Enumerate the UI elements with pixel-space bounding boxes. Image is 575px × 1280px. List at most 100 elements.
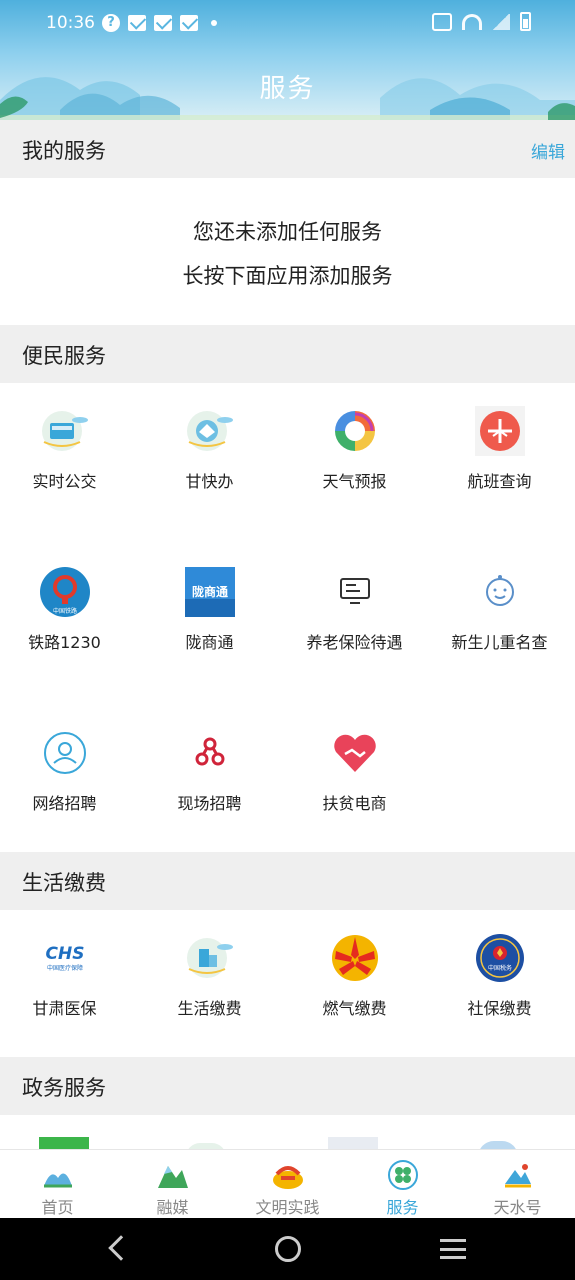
service-label: 陇商通 — [185, 633, 234, 652]
pension-icon — [330, 567, 380, 617]
status-right — [432, 12, 531, 31]
section-title: 生活缴费 — [22, 871, 106, 895]
service-tile-gankuaiban[interactable]: 甘快办 — [138, 406, 281, 492]
service-label: 甘肃医保 — [32, 999, 97, 1018]
medical-insurance-icon: CHS 中国医疗保障 — [40, 933, 90, 983]
svg-text:CHS: CHS — [45, 944, 84, 964]
online-recruit-icon — [40, 728, 90, 778]
edit-button[interactable]: 编辑 — [531, 138, 565, 163]
home-button-icon[interactable] — [275, 1236, 301, 1262]
service-icon — [386, 1160, 420, 1190]
bottom-nav: 首页 融媒 文明实践 服务 天水号 — [0, 1149, 575, 1218]
service-label: 甘快办 — [185, 472, 234, 491]
menu-icon[interactable] — [440, 1239, 466, 1259]
tab-label: 天水号 — [493, 1198, 542, 1217]
tab-label: 融媒 — [156, 1198, 189, 1217]
service-label: 社保缴费 — [467, 999, 532, 1018]
social-security-icon: 中国税务 — [475, 933, 525, 983]
gov-service-icon[interactable] — [478, 1141, 518, 1149]
tab-tianshui[interactable]: 天水号 — [460, 1150, 575, 1218]
service-label: 天气预报 — [322, 472, 387, 491]
gov-service-icon[interactable] — [328, 1137, 378, 1149]
civilization-icon — [271, 1160, 305, 1190]
flight-icon — [474, 406, 525, 456]
weather-icon — [330, 406, 380, 456]
gas-icon — [330, 933, 380, 983]
empty-message: 您还未添加任何服务 — [193, 220, 382, 244]
service-tile-weather[interactable]: 天气预报 — [283, 406, 426, 492]
service-tile-onsite-recruit[interactable]: 现场招聘 — [138, 728, 281, 814]
poverty-ecommerce-icon — [330, 728, 380, 778]
gankuaiban-icon — [185, 406, 235, 456]
section-title: 我的服务 — [22, 139, 106, 163]
service-tile-social-security[interactable]: 中国税务 社保缴费 — [428, 933, 571, 1019]
service-tile-medical-insurance[interactable]: CHS 中国医疗保障 甘肃医保 — [0, 933, 136, 1019]
section-convenience: 便民服务 — [0, 325, 575, 383]
home-icon — [41, 1160, 75, 1190]
battery-icon — [520, 12, 531, 31]
service-tile-bus[interactable]: 实时公交 — [0, 406, 136, 492]
service-label: 新生儿重名查 — [451, 633, 548, 652]
system-nav-bar — [0, 1218, 575, 1280]
service-tile-baby[interactable]: 新生儿重名查 — [428, 567, 571, 653]
wifi-icon — [462, 13, 482, 30]
section-payments: 生活缴费 — [0, 852, 575, 910]
svg-text:中国税务: 中国税务 — [487, 964, 511, 972]
bus-card-icon — [40, 406, 90, 456]
media-icon — [156, 1160, 190, 1190]
government-tiles-partial — [0, 1115, 575, 1149]
empty-hint: 长按下面应用添加服务 — [182, 264, 393, 288]
service-label: 铁路1230 — [28, 633, 101, 652]
signal-icon — [492, 13, 510, 30]
svg-text:中国铁路: 中国铁路 — [52, 607, 76, 615]
status-time: 10:36 — [46, 13, 95, 33]
tianshui-icon — [501, 1160, 535, 1190]
service-tile-poverty-ecommerce[interactable]: 扶贫电商 — [283, 728, 426, 814]
tab-label: 文明实践 — [255, 1198, 320, 1217]
section-title: 政务服务 — [22, 1076, 106, 1100]
service-tile-online-recruit[interactable]: 网络招聘 — [0, 728, 136, 814]
service-label: 养老保险待遇 — [306, 633, 403, 652]
service-label: 现场招聘 — [177, 794, 242, 813]
back-icon[interactable] — [108, 1235, 134, 1261]
tab-home[interactable]: 首页 — [0, 1150, 115, 1218]
more-notifications-icon — [211, 20, 217, 26]
service-label: 航班查询 — [467, 472, 532, 491]
service-label: 燃气缴费 — [322, 999, 387, 1018]
svg-text:中国医疗保障: 中国医疗保障 — [46, 964, 82, 972]
mail-notification-icon — [128, 15, 146, 31]
service-tile-utilities[interactable]: 生活缴费 — [138, 933, 281, 1019]
header: 10:36 ? 服务 — [0, 0, 575, 120]
baby-icon — [475, 567, 525, 617]
service-label: 扶贫电商 — [322, 794, 387, 813]
tab-label: 首页 — [41, 1198, 74, 1217]
onsite-recruit-icon — [185, 728, 235, 778]
service-label: 实时公交 — [32, 472, 97, 491]
tab-label: 服务 — [386, 1198, 419, 1217]
mail-notification-icon — [180, 15, 198, 31]
railway-icon: 中国铁路 — [39, 567, 90, 617]
gov-service-icon[interactable] — [39, 1137, 89, 1149]
section-my-services: 我的服务 编辑 — [0, 120, 575, 178]
section-government: 政务服务 — [0, 1057, 575, 1115]
service-tile-longshangtong[interactable]: 陇商通 陇商通 — [138, 567, 281, 653]
service-tile-flight[interactable]: 航班查询 — [428, 406, 571, 492]
svg-text:陇商通: 陇商通 — [191, 584, 227, 599]
utilities-icon — [185, 933, 235, 983]
screen: 10:36 ? 服务 我的服务 编辑 您还未添加任何服务 长按下面应用添加服务 … — [0, 0, 575, 1280]
tab-civilization[interactable]: 文明实践 — [230, 1150, 345, 1218]
service-tile-pension[interactable]: 养老保险待遇 — [283, 567, 426, 653]
page-title: 服务 — [259, 74, 316, 104]
service-tile-gas[interactable]: 燃气缴费 — [283, 933, 426, 1019]
status-bar: 10:36 ? — [0, 0, 575, 48]
empty-state: 您还未添加任何服务 长按下面应用添加服务 — [0, 180, 575, 325]
mail-notification-icon — [154, 15, 172, 31]
tab-media[interactable]: 融媒 — [115, 1150, 230, 1218]
service-label: 生活缴费 — [177, 999, 242, 1018]
longshangtong-icon: 陇商通 — [184, 567, 235, 617]
help-notification-icon: ? — [102, 14, 120, 32]
vibrate-icon — [432, 12, 452, 31]
tab-service[interactable]: 服务 — [345, 1150, 460, 1218]
section-title: 便民服务 — [22, 344, 106, 368]
service-tile-railway[interactable]: 中国铁路 铁路1230 — [0, 567, 136, 653]
